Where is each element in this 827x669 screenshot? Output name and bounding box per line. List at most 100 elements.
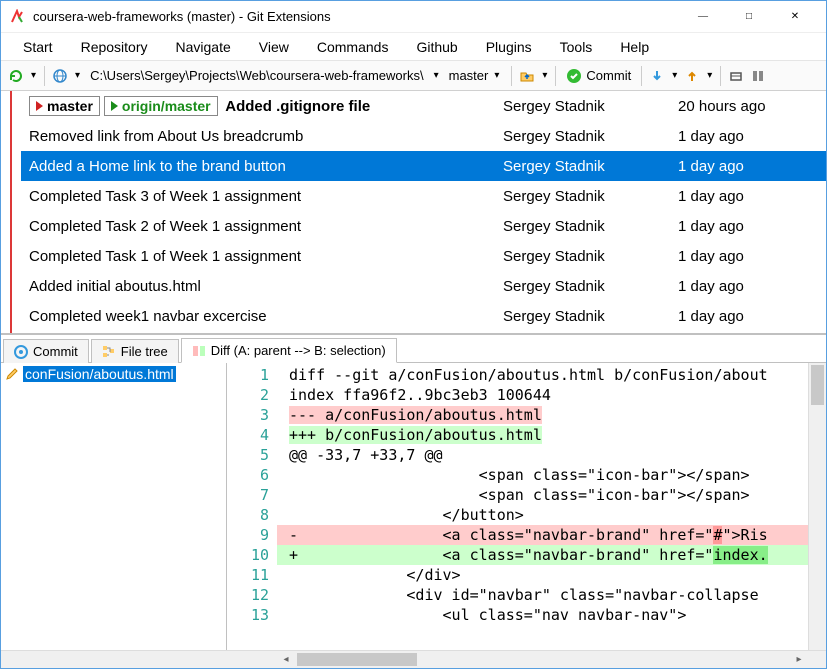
scroll-thumb[interactable] <box>811 365 824 405</box>
menu-commands[interactable]: Commands <box>305 35 401 59</box>
minimize-button[interactable]: — <box>680 2 726 32</box>
diff-view: 12345678910111213 diff --git a/conFusion… <box>227 363 826 650</box>
commit-author: Sergey Stadnik <box>503 188 678 205</box>
commit-row[interactable]: Removed link from About Us breadcrumbSer… <box>21 121 826 151</box>
commit-date: 1 day ago <box>678 278 818 295</box>
commit-row[interactable]: masterorigin/master Added .gitignore fil… <box>21 91 826 121</box>
repo-path[interactable]: C:\Users\Sergey\Projects\Web\coursera-we… <box>86 68 428 83</box>
commit-row[interactable]: Completed Task 1 of Week 1 assignmentSer… <box>21 241 826 271</box>
menu-github[interactable]: Github <box>404 35 469 59</box>
scroll-thumb-h[interactable] <box>297 653 417 666</box>
edit-icon <box>5 367 19 381</box>
titlebar: coursera-web-frameworks (master) - Git E… <box>1 1 826 33</box>
folder-dropdown[interactable]: ▾ <box>540 70 549 81</box>
detail-tabs: CommitFile tree Diff (A: parent --> B: se… <box>1 335 826 363</box>
pull-dropdown[interactable]: ▾ <box>670 70 679 81</box>
commit-author: Sergey Stadnik <box>503 98 678 115</box>
refresh-icon[interactable] <box>7 67 25 85</box>
tree-icon <box>102 345 116 359</box>
branch-badge[interactable]: master <box>29 96 100 116</box>
menu-start[interactable]: Start <box>11 35 65 59</box>
history-pane: masterorigin/master Added .gitignore fil… <box>1 91 826 335</box>
refresh-dropdown[interactable]: ▾ <box>29 70 38 81</box>
commit-row[interactable]: Added a Home link to the brand buttonSer… <box>21 151 826 181</box>
folder-up-icon[interactable] <box>518 67 536 85</box>
separator <box>641 66 642 86</box>
commit-row[interactable]: Completed Task 2 of Week 1 assignmentSer… <box>21 211 826 241</box>
menu-help[interactable]: Help <box>608 35 661 59</box>
scroll-left-icon[interactable]: ◂ <box>277 651 295 668</box>
diff-line: <span class="icon-bar"></span> <box>277 465 808 485</box>
commit-date: 20 hours ago <box>678 98 818 115</box>
diff-line: +++ b/conFusion/aboutus.html <box>277 425 808 445</box>
commit-label: Commit <box>586 68 631 83</box>
menu-repository[interactable]: Repository <box>69 35 160 59</box>
line-number: 4 <box>229 425 269 445</box>
diff-line: index ffa96f2..9bc3eb3 100644 <box>277 385 808 405</box>
separator <box>720 66 721 86</box>
commit-message: Completed Task 1 of Week 1 assignment <box>21 248 503 265</box>
diff-line: </button> <box>277 505 808 525</box>
scroll-right-icon[interactable]: ▸ <box>790 651 808 668</box>
push-icon[interactable] <box>683 67 701 85</box>
diff-line: - <a class="navbar-brand" href="#">Ris <box>277 525 808 545</box>
commit-button[interactable]: Commit <box>562 68 635 84</box>
diff-line: <ul class="nav navbar-nav"> <box>277 605 808 625</box>
commit-date: 1 day ago <box>678 308 818 325</box>
commit-author: Sergey Stadnik <box>503 278 678 295</box>
menu-tools[interactable]: Tools <box>548 35 605 59</box>
diff-area: conFusion/aboutus.html 12345678910111213… <box>1 363 826 650</box>
window-title: coursera-web-frameworks (master) - Git E… <box>33 9 680 24</box>
maximize-button[interactable]: □ <box>726 2 772 32</box>
line-number: 3 <box>229 405 269 425</box>
commit-date: 1 day ago <box>678 188 818 205</box>
commit-row[interactable]: Completed Task 3 of Week 1 assignmentSer… <box>21 181 826 211</box>
commit-message: Completed Task 3 of Week 1 assignment <box>21 188 503 205</box>
scrollbar-vertical[interactable]: ▴ <box>808 363 826 650</box>
tab-tree[interactable]: File tree <box>91 339 179 363</box>
commit-author: Sergey Stadnik <box>503 218 678 235</box>
diff-line: @@ -33,7 +33,7 @@ <box>277 445 808 465</box>
diff-line: <span class="icon-bar"></span> <box>277 485 808 505</box>
file-item[interactable]: conFusion/aboutus.html <box>3 365 224 383</box>
diff-line: + <a class="navbar-brand" href="index. <box>277 545 808 565</box>
pull-icon[interactable] <box>648 67 666 85</box>
commit-row[interactable]: Added initial aboutus.htmlSergey Stadnik… <box>21 271 826 301</box>
commit-author: Sergey Stadnik <box>503 248 678 265</box>
push-dropdown[interactable]: ▾ <box>705 70 714 81</box>
file-list: conFusion/aboutus.html <box>1 363 227 650</box>
commit-author: Sergey Stadnik <box>503 158 678 175</box>
line-number: 7 <box>229 485 269 505</box>
commit-message: Completed week1 navbar excercise <box>21 308 503 325</box>
graph-column <box>1 91 21 333</box>
settings-icon[interactable] <box>749 67 767 85</box>
line-number: 9 <box>229 525 269 545</box>
diff-icon <box>192 344 206 358</box>
branch-badge[interactable]: origin/master <box>104 96 218 116</box>
branch-selector[interactable]: master ▾ <box>445 68 506 83</box>
tab-commit[interactable]: Commit <box>3 339 89 363</box>
commit-message: Added a Home link to the brand button <box>21 158 503 175</box>
commit-row[interactable]: Completed week1 navbar excerciseSergey S… <box>21 301 826 331</box>
path-dropdown[interactable]: ▾ <box>432 70 441 81</box>
globe-icon[interactable] <box>51 67 69 85</box>
tab-label: Diff (A: parent --> B: selection) <box>211 343 386 358</box>
line-gutter: 12345678910111213 <box>227 363 277 650</box>
menu-plugins[interactable]: Plugins <box>474 35 544 59</box>
diff-code[interactable]: diff --git a/conFusion/aboutus.html b/co… <box>277 363 808 650</box>
commit-author: Sergey Stadnik <box>503 128 678 145</box>
stash-icon[interactable] <box>727 67 745 85</box>
close-button[interactable]: ✕ <box>772 2 818 32</box>
menu-navigate[interactable]: Navigate <box>164 35 243 59</box>
globe-dropdown[interactable]: ▾ <box>73 70 82 81</box>
scrollbar-horizontal[interactable]: ◂ ▸ <box>1 650 826 668</box>
commit-date: 1 day ago <box>678 158 818 175</box>
commit-message: Removed link from About Us breadcrumb <box>21 128 503 145</box>
menu-view[interactable]: View <box>247 35 301 59</box>
line-number: 10 <box>229 545 269 565</box>
tab-diff[interactable]: Diff (A: parent --> B: selection) <box>181 338 397 363</box>
line-number: 5 <box>229 445 269 465</box>
diff-line: diff --git a/conFusion/aboutus.html b/co… <box>277 365 808 385</box>
history-rows: masterorigin/master Added .gitignore fil… <box>21 91 826 333</box>
toolbar: ▾ ▾ C:\Users\Sergey\Projects\Web\courser… <box>1 61 826 91</box>
